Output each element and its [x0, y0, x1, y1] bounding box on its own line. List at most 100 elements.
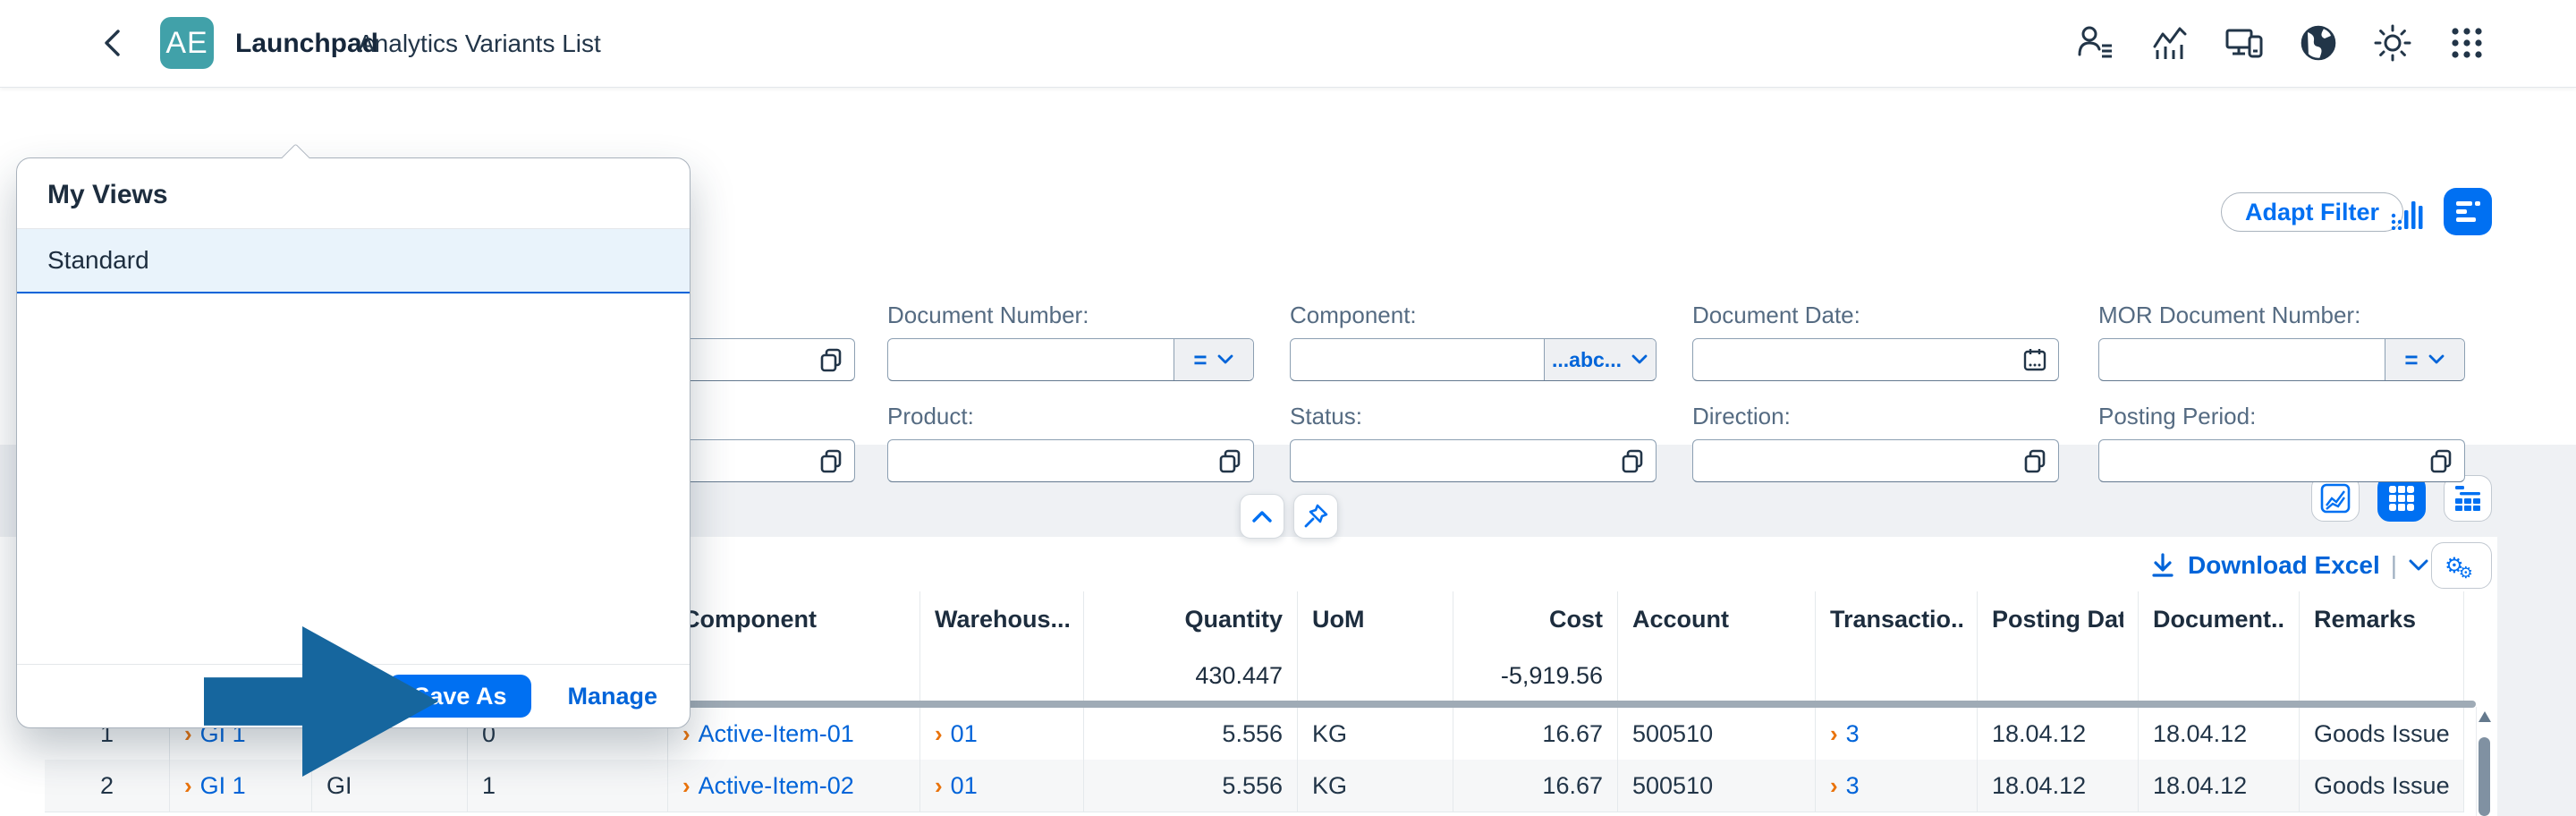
calendar-icon — [2022, 347, 2047, 372]
value-help-icon — [818, 347, 843, 372]
filter-input[interactable]: = — [887, 338, 1254, 381]
app-bar: AE Launchpad Analytics Variants List — [0, 0, 2576, 88]
column-header-label: Warehous... — [935, 606, 1069, 633]
filter-input[interactable] — [1692, 338, 2059, 381]
table-cell-link[interactable]: ›Active-Item-01 — [668, 708, 920, 760]
devices-button[interactable] — [2224, 22, 2265, 64]
chart-bars-button[interactable] — [2381, 192, 2431, 232]
app-subtitle: Analytics Variants List — [358, 0, 601, 87]
brightness-button[interactable] — [2372, 22, 2413, 64]
table-cell-link[interactable]: ›Active-Item-02 — [668, 760, 920, 812]
filter-input[interactable] — [887, 439, 1254, 482]
filter-input[interactable] — [2098, 439, 2465, 482]
table-row[interactable]: 2›GI 1GI1›Active-Item-02›015.556KG16.675… — [45, 760, 2464, 812]
table-cell-link[interactable]: ›3 — [1816, 760, 1978, 812]
popup-view-list: Standard — [17, 229, 690, 293]
vertical-scrollbar-thumb[interactable] — [2479, 737, 2490, 816]
filter-bar-toggle-button[interactable] — [2444, 188, 2492, 235]
column-header[interactable]: Warehous... — [920, 591, 1084, 701]
column-header-label: UoM — [1312, 606, 1438, 633]
value-help-button[interactable] — [818, 347, 843, 372]
value-help-icon — [2022, 448, 2047, 473]
manage-button[interactable]: Manage — [562, 682, 663, 711]
table-cell-link[interactable]: ›GI 1 — [170, 760, 312, 812]
horizontal-scrollbar[interactable] — [668, 701, 2476, 708]
app-grid-button[interactable] — [2446, 22, 2487, 64]
back-icon — [99, 27, 126, 59]
nav-chevron-icon: › — [184, 772, 192, 800]
app-title: Launchpad — [235, 0, 378, 87]
filter-input[interactable] — [1692, 439, 2059, 482]
condition-operator[interactable]: ...abc... — [1544, 339, 1656, 380]
adapt-filter-button[interactable]: Adapt Filter — [2221, 192, 2403, 232]
pin-filter-button[interactable] — [1293, 494, 1338, 539]
app-logo[interactable]: AE — [160, 17, 214, 69]
condition-operator[interactable]: = — [1174, 339, 1253, 380]
chart-bars-icon — [2386, 194, 2426, 230]
column-header[interactable]: Cost -5,919.56 — [1453, 591, 1618, 701]
table-cell: 16.67 — [1453, 760, 1618, 812]
filter-input[interactable]: = — [2098, 338, 2465, 381]
column-total: -5,919.56 — [1468, 662, 1603, 690]
app-grid-icon — [2447, 23, 2487, 63]
table-cell: 16.67 — [1453, 708, 1618, 760]
table-settings-button[interactable]: ⚙⚙ — [2431, 542, 2492, 589]
grid-view-icon — [2386, 483, 2417, 514]
table-cell: 5.556 — [1084, 708, 1298, 760]
table-cell: 18.04.12 — [2139, 708, 2300, 760]
column-header[interactable]: Remarks — [2300, 591, 2464, 701]
filter-label: MOR Document Number: — [2098, 302, 2360, 329]
filter-input-partial[interactable] — [689, 338, 855, 381]
value-help-button[interactable] — [2428, 448, 2453, 473]
column-header[interactable]: Quantity 430.447 — [1084, 591, 1298, 701]
download-excel-button[interactable]: Download Excel | — [2143, 548, 2435, 583]
table-cell: 18.04.12 — [2139, 760, 2300, 812]
separator: | — [2391, 551, 2397, 580]
download-icon — [2148, 551, 2177, 580]
table-cell: 18.04.12 — [1978, 760, 2139, 812]
condition-operator[interactable]: = — [2385, 339, 2464, 380]
value-help-button[interactable] — [818, 448, 843, 473]
value-help-button[interactable] — [2022, 448, 2047, 473]
filter-input[interactable] — [1290, 439, 1657, 482]
column-header[interactable]: UoM — [1298, 591, 1453, 701]
filter-input-partial[interactable] — [689, 439, 855, 482]
table-cell-link[interactable]: ›01 — [920, 708, 1084, 760]
column-header-label: Quantity — [1098, 606, 1283, 633]
column-header[interactable]: Account — [1618, 591, 1816, 701]
back-button[interactable] — [92, 22, 133, 64]
table-cell: KG — [1298, 760, 1453, 812]
column-header-label: Remarks — [2314, 606, 2449, 633]
globe-icon — [2299, 23, 2338, 63]
column-header[interactable]: Transactio... — [1816, 591, 1978, 701]
filter-label: Posting Period: — [2098, 403, 2256, 430]
value-help-button[interactable] — [1217, 448, 1242, 473]
filter-input[interactable]: ...abc... — [1290, 338, 1657, 381]
scroll-up-icon[interactable] — [2479, 711, 2491, 722]
table-cell-link[interactable]: ›3 — [1816, 708, 1978, 760]
table-cell: 2 — [45, 760, 170, 812]
popup-title: My Views — [17, 158, 690, 229]
view-list-item[interactable]: Standard — [17, 229, 690, 293]
globe-button[interactable] — [2298, 22, 2339, 64]
collapse-filter-button[interactable] — [1240, 494, 1284, 539]
chart-view-icon — [2319, 482, 2351, 514]
chevron-down-icon — [1631, 353, 1648, 366]
column-header-label: Cost — [1468, 606, 1603, 633]
date-picker-button[interactable] — [2022, 347, 2047, 372]
column-header[interactable]: Posting Date — [1978, 591, 2139, 701]
value-help-icon — [2428, 448, 2453, 473]
column-total: 430.447 — [1098, 662, 1283, 690]
table-cell: Goods Issue — [2300, 708, 2464, 760]
column-header-label: Component — [682, 606, 905, 633]
value-help-button[interactable] — [1620, 448, 1645, 473]
table-cell: GI — [312, 760, 468, 812]
column-header-label: Transactio... — [1830, 606, 1962, 633]
analytics-button[interactable] — [2149, 22, 2190, 64]
user-settings-button[interactable] — [2075, 22, 2116, 64]
table-cell-link[interactable]: ›01 — [920, 760, 1084, 812]
table-cell: KG — [1298, 708, 1453, 760]
column-header[interactable]: Document... — [2139, 591, 2300, 701]
analytics-icon — [2150, 23, 2190, 63]
column-header[interactable]: Component — [668, 591, 920, 701]
